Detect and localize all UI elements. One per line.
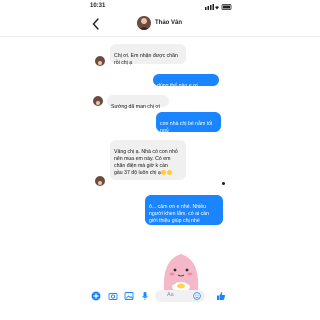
message-input[interactable]: Aa [155, 290, 205, 302]
image-icon[interactable] [124, 291, 134, 301]
message-text: con nhà chị bé nằm tối ngủ thin thít ấy [160, 121, 213, 141]
contact-name[interactable]: Thảo Vân [155, 20, 182, 26]
mic-icon[interactable] [140, 291, 150, 301]
message-text: ô... cảm ơn e nhé. Nhiều người khen lắm.… [149, 204, 209, 224]
plus-icon[interactable] [91, 291, 101, 301]
wifi-icon [215, 6, 219, 10]
laughing-emoji-icon [161, 170, 167, 175]
conversation-header: Thảo Vân [0, 14, 320, 37]
status-time: 10:31 [90, 3, 106, 9]
message-bubble-outgoing[interactable]: ô... cảm ơn e nhé. Nhiều người khen lắm.… [145, 195, 223, 225]
sender-avatar[interactable] [93, 96, 103, 106]
signal-icon [205, 7, 207, 10]
read-receipt-dot [222, 182, 225, 185]
message-bubble-incoming[interactable]: Vâng chị ạ. Nhà có con nhỏ nên mua em nà… [110, 140, 186, 180]
message-text: Sướng dã man chị ơi [111, 104, 160, 110]
status-icons [205, 4, 232, 10]
sender-avatar[interactable] [95, 56, 105, 66]
message-composer: Aa [0, 286, 320, 308]
message-text: Chị ơi. Em nhận được chăn rồi chị ạ [114, 53, 178, 66]
sender-avatar[interactable] [95, 176, 105, 186]
like-icon[interactable] [216, 291, 226, 301]
message-bubble-incoming[interactable]: Sướng dã man chị ơi [107, 95, 169, 110]
message-bubble-outgoing[interactable]: con nhà chị bé nằm tối ngủ thin thít ấy [156, 112, 221, 141]
status-bar: 10:31 [0, 0, 320, 14]
laughing-emoji-icon [166, 170, 172, 175]
message-text: dùng thế nào e ơi [157, 83, 198, 89]
back-arrow-icon[interactable] [92, 18, 100, 30]
contact-avatar[interactable] [137, 16, 151, 30]
emoji-icon[interactable] [193, 292, 201, 300]
message-bubble-outgoing[interactable]: dùng thế nào e ơi [153, 74, 219, 89]
message-input-placeholder: Aa [167, 292, 174, 298]
camera-icon[interactable] [108, 291, 118, 301]
message-bubble-incoming[interactable]: Chị ơi. Em nhận được chăn rồi chị ạ [110, 44, 186, 66]
